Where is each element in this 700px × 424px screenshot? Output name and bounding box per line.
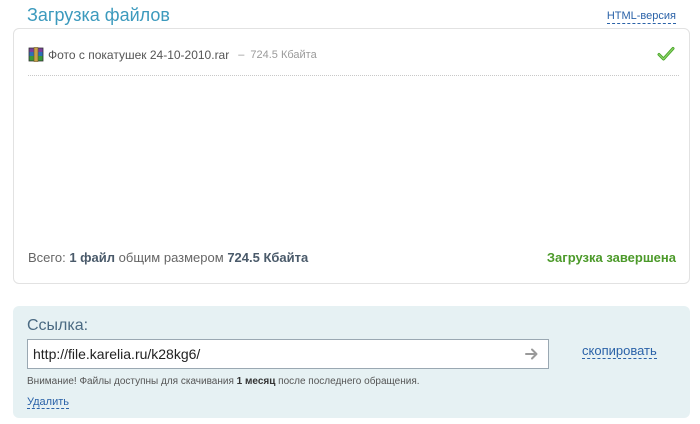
arrow-right-icon[interactable] [524,346,540,362]
delete-link-button[interactable]: Удалить [27,396,69,409]
page-title: Загрузка файлов [27,5,170,25]
summary-total-size: 724.5 Кбайта [227,250,309,265]
upload-summary: Всего: 1 файл общим размером 724.5 Кбайт… [28,250,308,265]
link-field-wrapper [27,339,549,369]
link-url-input[interactable] [33,340,513,368]
link-label: Ссылка: [27,317,89,334]
notice-suffix: после последнего обращения. [278,376,420,387]
file-name: Фото с покатушек 24-10-2010.rar [48,48,230,62]
winrar-archive-icon [28,47,44,63]
upload-status: Загрузка завершена [546,250,676,265]
summary-prefix: Всего: [28,250,66,265]
file-list-divider [28,75,679,76]
file-size: 724.5 Кбайта [250,49,317,61]
file-separator: – [238,49,245,61]
availability-notice: Внимание! Файлы доступны для скачивания … [27,376,420,387]
copy-link-button[interactable]: скопировать [582,343,657,359]
summary-middle: общим размером [118,250,224,265]
file-list-item: Фото с покатушек 24-10-2010.rar – 724.5 … [28,45,675,65]
file-upload-page: Загрузка файлов HTML-версия Фото с покат… [0,0,700,424]
upload-panel: Фото с покатушек 24-10-2010.rar – 724.5 … [13,28,690,284]
link-panel: Ссылка: скопировать Внимание! Файлы дост… [13,306,690,418]
html-version-link[interactable]: HTML-версия [606,10,676,24]
notice-prefix: Внимание! Файлы доступны для скачивания [27,376,234,387]
checkmark-icon [657,45,675,63]
notice-duration: 1 месяц [236,376,276,387]
summary-count: 1 файл [69,250,116,265]
